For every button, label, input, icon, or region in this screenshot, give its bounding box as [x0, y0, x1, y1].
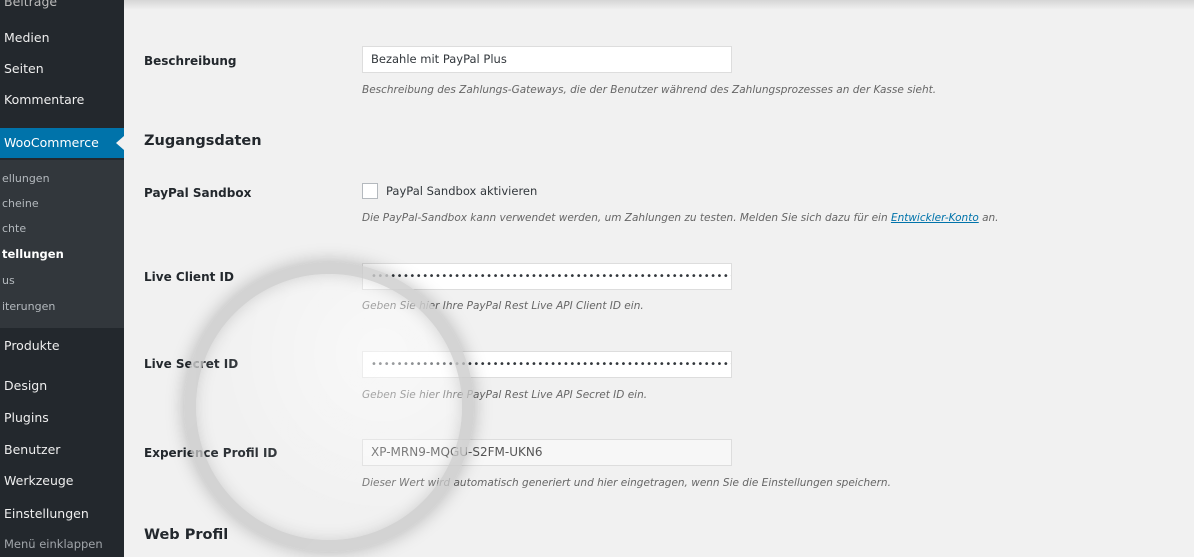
sidebar-item-werkzeuge[interactable]: Werkzeuge [0, 473, 124, 488]
developer-account-link[interactable]: Entwickler-Konto [891, 212, 979, 224]
sidebar-item-seiten[interactable]: Seiten [0, 61, 124, 76]
collapse-menu-button[interactable]: Menü einklappen [0, 537, 124, 551]
web-profil-heading: Web Profil [144, 527, 229, 543]
beschreibung-input[interactable]: Bezahle mit PayPal Plus [362, 46, 732, 73]
beschreibung-description: Beschreibung des Zahlungs-Gateways, die … [362, 84, 937, 96]
sandbox-checkbox[interactable] [362, 183, 378, 199]
submenu-item-einstellungen-active[interactable]: tellungen [0, 247, 124, 261]
sidebar-item-beitraege[interactable]: Beiträge [0, 0, 124, 9]
sidebar-item-kommentare[interactable]: Kommentare [0, 92, 124, 107]
sidebar-item-einstellungen[interactable]: Einstellungen [0, 506, 124, 521]
sandbox-description: Die PayPal-Sandbox kann verwendet werden… [362, 212, 999, 224]
submenu-item-einstellungen[interactable]: ellungen [0, 172, 124, 185]
live-client-id-input[interactable]: ••••••••••••••••••••••••••••••••••••••••… [362, 263, 732, 290]
sidebar-item-design[interactable]: Design [0, 378, 124, 393]
submenu-item-gutscheine[interactable]: cheine [0, 197, 124, 210]
sidebar-item-plugins[interactable]: Plugins [0, 410, 124, 425]
zugangsdaten-heading: Zugangsdaten [144, 133, 262, 149]
top-edge [124, 0, 1194, 10]
admin-sidebar: Beiträge Medien Seiten Kommentare WooCom… [0, 0, 124, 557]
sandbox-checkbox-label[interactable]: PayPal Sandbox aktivieren [386, 184, 537, 198]
submenu-item-status[interactable]: us [0, 274, 124, 287]
sandbox-label: PayPal Sandbox [144, 186, 252, 200]
magnifier-overlay [184, 262, 474, 552]
sidebar-item-woocommerce[interactable]: WooCommerce [0, 135, 124, 150]
sidebar-item-medien[interactable]: Medien [0, 30, 124, 45]
sidebar-item-benutzer[interactable]: Benutzer [0, 442, 124, 457]
sidebar-item-produkte[interactable]: Produkte [0, 338, 124, 353]
sandbox-desc-suffix: an. [978, 212, 999, 224]
live-client-id-label: Live Client ID [144, 270, 234, 284]
submenu-item-erweiterungen[interactable]: iterungen [0, 300, 124, 313]
submenu-item-berichte[interactable]: chte [0, 222, 124, 235]
sandbox-desc-text: Die PayPal-Sandbox kann verwendet werden… [362, 212, 891, 224]
beschreibung-label: Beschreibung [144, 54, 237, 68]
